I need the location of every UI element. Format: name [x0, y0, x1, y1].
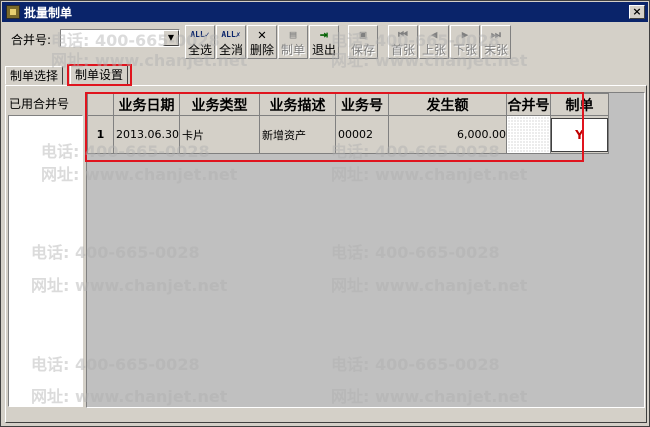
make-voucher-button[interactable]: ▤ 制单	[278, 25, 308, 59]
watermark-site: 网址: www.chanjet.net	[331, 276, 528, 295]
watermark-phone: 电话: 400-665-0028	[331, 355, 500, 374]
close-button[interactable]: ×	[629, 5, 645, 19]
used-merge-label: 已用合并号	[9, 97, 70, 111]
delete-label: 删除	[249, 43, 274, 57]
watermark-phone: 电话: 400-665-0028	[31, 355, 200, 374]
app-icon	[6, 5, 20, 19]
watermark-site: 网址: www.chanjet.net	[331, 51, 528, 70]
watermark-site: 网址: www.chanjet.net	[31, 276, 228, 295]
watermark-site: 网址: www.chanjet.net	[51, 51, 248, 70]
voucher-icon: ▤	[289, 28, 297, 41]
delete-icon: ✕	[257, 27, 267, 43]
watermark-site: 网址: www.chanjet.net	[31, 387, 228, 406]
tab-voucher-selection-label: 制单选择	[10, 69, 59, 83]
watermark-site: 网址: www.chanjet.net	[331, 165, 528, 184]
make-voucher-label: 制单	[280, 43, 305, 57]
watermark-site: 网址: www.chanjet.net	[41, 165, 238, 184]
watermark-phone: 电话: 400-665-0028	[31, 243, 200, 262]
watermark-phone: 电话: 400-665-0028	[331, 142, 500, 161]
watermark-phone: 电话: 400-665-0028	[331, 243, 500, 262]
title-bar[interactable]: 批量制单 ×	[2, 2, 648, 22]
deselect-all-icon: ALL✗	[221, 30, 241, 39]
window-title: 批量制单	[24, 5, 73, 20]
merge-number-label: 合并号:	[11, 33, 52, 47]
watermark-site: 网址: www.chanjet.net	[331, 387, 528, 406]
delete-button[interactable]: ✕ 删除	[247, 25, 277, 59]
watermark-phone: 电话: 400-665-0028	[41, 142, 210, 161]
batch-voucher-window: 批量制单 × 合并号: ▼ ALL✓ 全选 ALL✗ 全消 ✕ 删除 ▤ 制单 …	[0, 0, 650, 427]
